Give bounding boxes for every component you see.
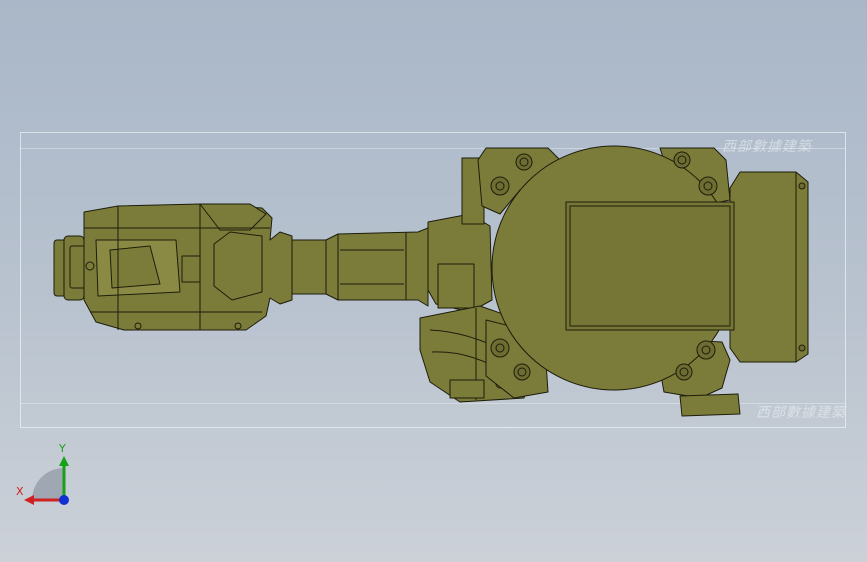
view-orientation-triad[interactable]: X Y (10, 440, 80, 510)
robot-arm-model[interactable] (0, 0, 867, 562)
cad-viewport[interactable]: 西部數據建築 西部數據建築 X Y (0, 0, 867, 562)
triad-plane (32, 468, 64, 500)
triad-x-label: X (16, 485, 24, 498)
robot-upper-arm-tube (291, 227, 429, 307)
triad-y-label: Y (59, 442, 66, 455)
watermark-top: 西部數據建築 (722, 139, 812, 155)
robot-base-panel (565, 201, 735, 331)
z-axis-dot (59, 495, 69, 505)
robot-motor-box (729, 171, 809, 363)
robot-forearm (83, 203, 293, 331)
watermark-bottom: 西部數據建築 (756, 405, 846, 421)
